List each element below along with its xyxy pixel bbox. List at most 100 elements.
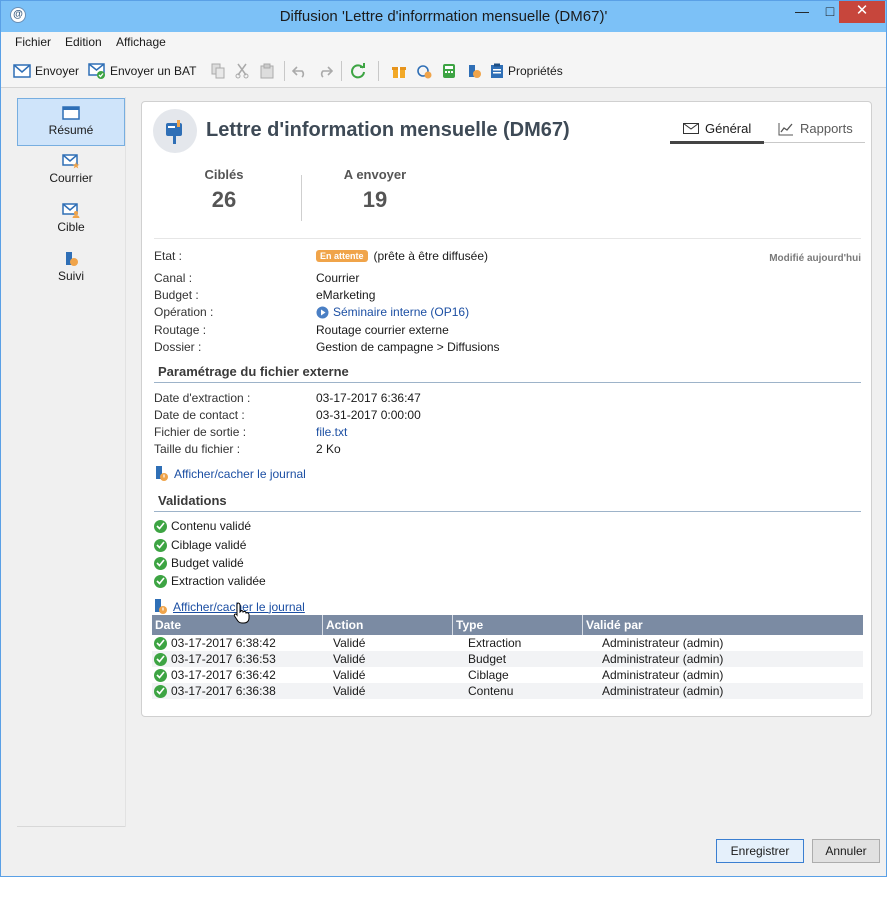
gift-icon — [392, 67, 406, 78]
sidebar-item-cible[interactable]: Cible — [17, 196, 125, 244]
row-action: Validé — [333, 652, 366, 666]
table-row[interactable]: 03-17-2017 6:36:42 Validé Ciblage Admini… — [152, 667, 863, 683]
check-circle-icon — [154, 556, 167, 570]
row-date: 03-17-2017 6:36:42 — [154, 668, 276, 682]
properties-label: Propriétés — [508, 64, 563, 78]
folder-value: Gestion de campagne > Diffusions — [316, 340, 500, 354]
toggle-validation-journal-link[interactable]: Afficher/cacher le journal — [153, 598, 305, 615]
send-proof-icon — [88, 63, 105, 79]
row-type: Contenu — [468, 684, 514, 698]
close-button[interactable]: ✕ — [839, 1, 885, 23]
row-validated-by: Administrateur (admin) — [602, 652, 724, 666]
row-date-text: 03-17-2017 6:36:38 — [171, 684, 276, 698]
envelope-icon — [683, 123, 699, 134]
row-action: Validé — [333, 684, 366, 698]
section-divider — [154, 511, 861, 512]
sidebar-item-suivi[interactable]: Suivi — [17, 245, 125, 293]
validation-label: Extraction validée — [171, 574, 266, 588]
row-date-text: 03-17-2017 6:36:53 — [171, 652, 276, 666]
menu-edition[interactable]: Edition — [65, 35, 102, 49]
validation-item: Ciblage validé — [154, 538, 246, 552]
refresh-button[interactable] — [349, 62, 367, 80]
sidebar: Résumé Courrier Cible Suivi — [17, 97, 126, 827]
check-circle-icon — [154, 652, 167, 666]
toggle-extraction-journal-link[interactable]: Afficher/cacher le journal — [154, 465, 306, 482]
row-date: 03-17-2017 6:38:42 — [154, 636, 276, 650]
analyze-button[interactable] — [415, 62, 433, 80]
title-bar[interactable]: @ Diffusion 'Lettre d'inforrmation mensu… — [1, 1, 886, 32]
output-file-label: Fichier de sortie : — [154, 425, 247, 439]
row-validated-by: Administrateur (admin) — [602, 668, 724, 682]
row-date: 03-17-2017 6:36:53 — [154, 652, 276, 666]
send-button[interactable]: Envoyer — [13, 62, 79, 80]
table-row[interactable]: 03-17-2017 6:38:42 Validé Extraction Adm… — [152, 635, 863, 651]
send-proof-button[interactable]: Envoyer un BAT — [88, 62, 196, 80]
toolbar: Envoyer Envoyer un BAT Propriétés — [1, 52, 886, 88]
kpi-targeted-value: 26 — [211, 187, 237, 212]
refresh-icon — [351, 63, 365, 79]
properties-button[interactable]: Propriétés — [490, 62, 563, 80]
menu-affichage[interactable]: Affichage — [116, 35, 166, 49]
page-title: Lettre d'information mensuelle (DM67) — [206, 119, 570, 141]
minimize-button[interactable]: — — [787, 1, 817, 23]
menu-fichier[interactable]: Fichier — [15, 35, 51, 49]
tracking-button[interactable] — [465, 62, 483, 80]
tab-general-label: Général — [705, 121, 752, 136]
check-circle-icon — [154, 538, 167, 552]
copy-button[interactable] — [209, 62, 227, 80]
paste-button[interactable] — [258, 62, 276, 80]
cut-icon — [235, 63, 249, 79]
state-text: (prête à être diffusée) — [373, 249, 489, 263]
table-row[interactable]: 03-17-2017 6:36:38 Validé Contenu Admini… — [152, 683, 863, 699]
column-divider[interactable] — [582, 615, 583, 635]
sidebar-item-summary[interactable]: Résumé — [17, 98, 125, 146]
tracking-icon — [469, 65, 481, 78]
budget-label: Budget : — [154, 288, 199, 302]
check-circle-icon — [154, 519, 167, 533]
save-button[interactable]: Enregistrer — [716, 839, 804, 863]
gift-button[interactable] — [390, 62, 408, 80]
send-mail-icon — [13, 64, 31, 78]
tab-rapports[interactable]: Rapports — [778, 121, 853, 136]
modified-date: Modifié aujourd'hui — [769, 253, 861, 264]
tab-general[interactable]: Général — [683, 121, 751, 136]
redo-icon — [320, 66, 333, 78]
check-circle-icon — [154, 668, 167, 682]
validation-item: Budget validé — [154, 556, 244, 570]
section-divider — [154, 382, 861, 383]
output-file-link[interactable]: file.txt — [316, 425, 347, 439]
operation-link[interactable]: Séminaire interne (OP16) — [316, 305, 469, 319]
routing-value: Routage courrier externe — [316, 323, 449, 337]
column-header-date[interactable]: Date — [155, 618, 181, 632]
column-header-action[interactable]: Action — [326, 618, 363, 632]
summary-icon — [62, 106, 80, 120]
column-divider[interactable] — [322, 615, 323, 635]
operation-label: Opération : — [154, 305, 214, 319]
column-header-type[interactable]: Type — [456, 618, 483, 632]
validation-log-table: Date Action Type Validé par 03-17-2017 6… — [152, 615, 863, 699]
copy-icon — [211, 63, 225, 79]
mailbox-icon — [166, 120, 182, 144]
send-proof-label: Envoyer un BAT — [110, 64, 197, 78]
row-action: Validé — [333, 636, 366, 650]
column-header-validated-by[interactable]: Validé par — [586, 618, 643, 632]
tracking-icon — [66, 252, 78, 266]
window-title: Diffusion 'Lettre d'inforrmation mensuel… — [279, 8, 608, 25]
cancel-button[interactable]: Annuler — [812, 839, 880, 863]
sidebar-item-courrier[interactable]: Courrier — [17, 147, 125, 195]
toolbar-separator — [284, 61, 285, 81]
row-date-text: 03-17-2017 6:38:42 — [171, 636, 276, 650]
calculator-icon — [443, 64, 455, 78]
redo-button[interactable] — [316, 62, 334, 80]
sidebar-item-label: Résumé — [48, 123, 94, 137]
column-divider[interactable] — [452, 615, 453, 635]
table-row[interactable]: 03-17-2017 6:36:53 Validé Budget Adminis… — [152, 651, 863, 667]
toolbar-separator — [341, 61, 342, 81]
row-type: Extraction — [468, 636, 522, 650]
calculator-button[interactable] — [440, 62, 458, 80]
cut-button[interactable] — [233, 62, 251, 80]
budget-value: eMarketing — [316, 288, 376, 302]
divider — [154, 238, 861, 239]
row-date-text: 03-17-2017 6:36:42 — [171, 668, 276, 682]
undo-button[interactable] — [291, 62, 309, 80]
